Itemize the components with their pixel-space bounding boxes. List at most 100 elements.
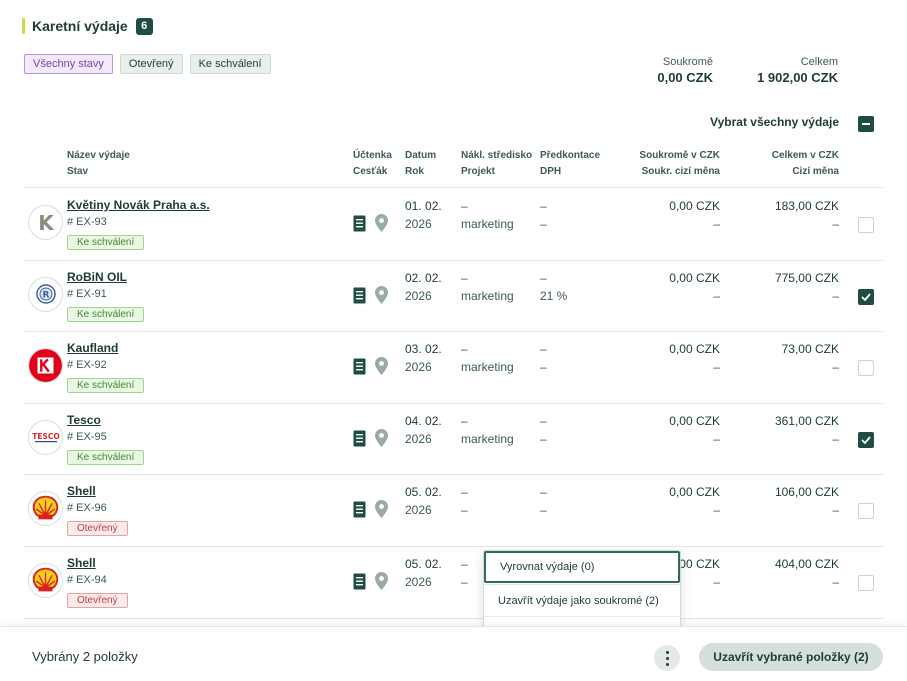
foreign-amount: – — [832, 288, 839, 303]
receipt-icon[interactable] — [353, 573, 366, 595]
col-state: Stav — [67, 166, 89, 177]
vat: – — [540, 503, 547, 518]
status-badge: Ke schválení — [67, 449, 145, 465]
expense-name-link[interactable]: Kaufland — [67, 341, 118, 355]
expense-date: 05. 02. — [405, 485, 442, 500]
table-row[interactable]: Kaufland # EX-92 Ke schválení 03. 02. 2026 – m… — [24, 331, 883, 403]
page-title: Karetní výdaje — [32, 18, 128, 34]
row-checkbox[interactable] — [858, 431, 874, 448]
table-row[interactable]: TESCO Tesco # EX-95 Ke schválení 04. 02. 2026… — [24, 403, 883, 475]
summary-private-value: 0,00 CZK — [657, 70, 713, 85]
selection-count: Vybrány 2 položky — [32, 649, 138, 664]
filter-awaiting-approval[interactable]: Ke schválení — [189, 54, 271, 74]
status-badge: Otevřený — [67, 521, 128, 537]
filter-open[interactable]: Otevřený — [119, 54, 183, 74]
table-row[interactable]: Shell# EX-94Otevřený05. 02.2026––––0,00 … — [24, 546, 883, 618]
col-name: Název výdaje — [67, 150, 130, 161]
private-czk: 0,00 CZK — [669, 270, 720, 285]
row-checkbox[interactable] — [858, 360, 874, 377]
col-vat: DPH — [540, 166, 562, 177]
receipt-icon[interactable] — [353, 430, 366, 452]
expense-year: 2026 — [405, 575, 432, 589]
col-precontact: Předkontace — [540, 150, 601, 161]
select-all-checkbox[interactable] — [858, 116, 874, 132]
project: – — [461, 575, 468, 589]
summary-total-value: 1 902,00 CZK — [757, 70, 838, 85]
project: marketing — [461, 288, 514, 303]
more-actions-button[interactable] — [654, 645, 680, 671]
row-checkbox[interactable] — [858, 575, 874, 591]
merchant-logo: K — [28, 205, 63, 240]
merchant-logo — [28, 563, 63, 598]
close-selected-button[interactable]: Uzavřít vybrané položky (2) — [699, 643, 883, 671]
cost-center: – — [461, 199, 468, 213]
col-total-header: Celkem v CZK Cizí měna — [772, 148, 839, 180]
expense-code: # EX-95 — [67, 430, 107, 443]
location-pin-icon[interactable] — [375, 428, 388, 452]
location-pin-icon[interactable] — [375, 500, 388, 523]
merchant-logo: TESCO — [28, 419, 63, 455]
table-row[interactable]: K Květiny Novák Praha a.s. # EX-93 Ke schvá… — [24, 188, 883, 260]
merchant-logo — [28, 348, 63, 384]
receipt-icon[interactable] — [353, 501, 366, 523]
status-badge: Ke schválení — [67, 306, 145, 322]
summary-private: Soukromě 0,00 CZK — [657, 56, 713, 85]
total-czk: 775,00 CZK — [774, 270, 839, 285]
expense-date: 01. 02. — [405, 199, 442, 213]
vat: – — [540, 217, 547, 231]
expense-year: 2026 — [405, 503, 432, 518]
private-foreign: – — [713, 575, 720, 589]
expense-year: 2026 — [405, 288, 432, 303]
vat: – — [540, 360, 547, 375]
private-czk: 0,00 CZK — [669, 199, 720, 213]
table-row[interactable]: Shell # EX-96 Otevřený 05. 02. 2026 – – – – 0,00 … — [24, 474, 883, 546]
col-date-header: Datum Rok — [405, 148, 436, 180]
col-private-foreign: Soukr. cizí měna — [641, 166, 720, 177]
private-foreign: – — [713, 217, 720, 231]
status-filters: Všechny stavy Otevřený Ke schválení — [24, 54, 271, 74]
receipt-icon[interactable] — [353, 287, 366, 309]
project: – — [461, 503, 468, 518]
foreign-amount: – — [832, 575, 839, 589]
kebab-dot-icon — [665, 656, 669, 660]
precontact: – — [540, 485, 547, 500]
row-checkbox[interactable] — [858, 503, 874, 520]
kebab-dot-icon — [665, 662, 669, 666]
menu-item-settle-expenses[interactable]: Vyrovnat výdaje (0) — [484, 551, 680, 583]
expense-year: 2026 — [405, 360, 432, 375]
expense-name-link[interactable]: Tesco — [67, 413, 101, 427]
col-trip: Cesťák — [353, 166, 388, 177]
expense-name-link[interactable]: Shell — [67, 484, 96, 498]
total-czk: 361,00 CZK — [774, 413, 839, 428]
expense-code: # EX-96 — [67, 502, 107, 515]
project: marketing — [461, 431, 514, 446]
filter-all-states[interactable]: Všechny stavy — [24, 54, 113, 74]
menu-item-close-as-private[interactable]: Uzavřít výdaje jako soukromé (2) — [484, 585, 680, 617]
expense-name-link[interactable]: Shell — [67, 556, 96, 570]
location-pin-icon[interactable] — [375, 572, 388, 595]
row-checkbox[interactable] — [858, 288, 874, 305]
col-private-header: Soukromě v CZK Soukr. cizí měna — [639, 148, 720, 180]
expense-name-link[interactable]: RoBiN OIL — [67, 270, 127, 284]
location-pin-icon[interactable] — [375, 357, 388, 380]
summary-total-label: Celkem — [800, 56, 838, 68]
count-badge: 6 — [135, 17, 153, 35]
accent-bar — [22, 18, 25, 34]
expense-year: 2026 — [405, 217, 432, 231]
total-czk: 404,00 CZK — [774, 557, 839, 571]
location-pin-icon[interactable] — [375, 285, 388, 309]
private-czk: 0,00 CZK — [669, 342, 720, 357]
row-checkbox[interactable] — [858, 217, 874, 233]
cost-center: – — [461, 485, 468, 500]
col-foreign: Cizí měna — [792, 166, 839, 177]
precontact: – — [540, 342, 547, 357]
expense-year: 2026 — [405, 431, 432, 446]
select-all-label[interactable]: Vybrat všechny výdaje — [710, 115, 839, 129]
private-foreign: – — [713, 360, 720, 375]
receipt-icon[interactable] — [353, 358, 366, 380]
location-pin-icon[interactable] — [375, 214, 388, 237]
private-foreign: – — [713, 288, 720, 303]
expense-name-link[interactable]: Květiny Novák Praha a.s. — [67, 198, 210, 212]
table-row[interactable]: R RoBiN OIL # EX-91 Ke schválení 02. 02. 2026… — [24, 260, 883, 332]
receipt-icon[interactable] — [353, 215, 366, 237]
